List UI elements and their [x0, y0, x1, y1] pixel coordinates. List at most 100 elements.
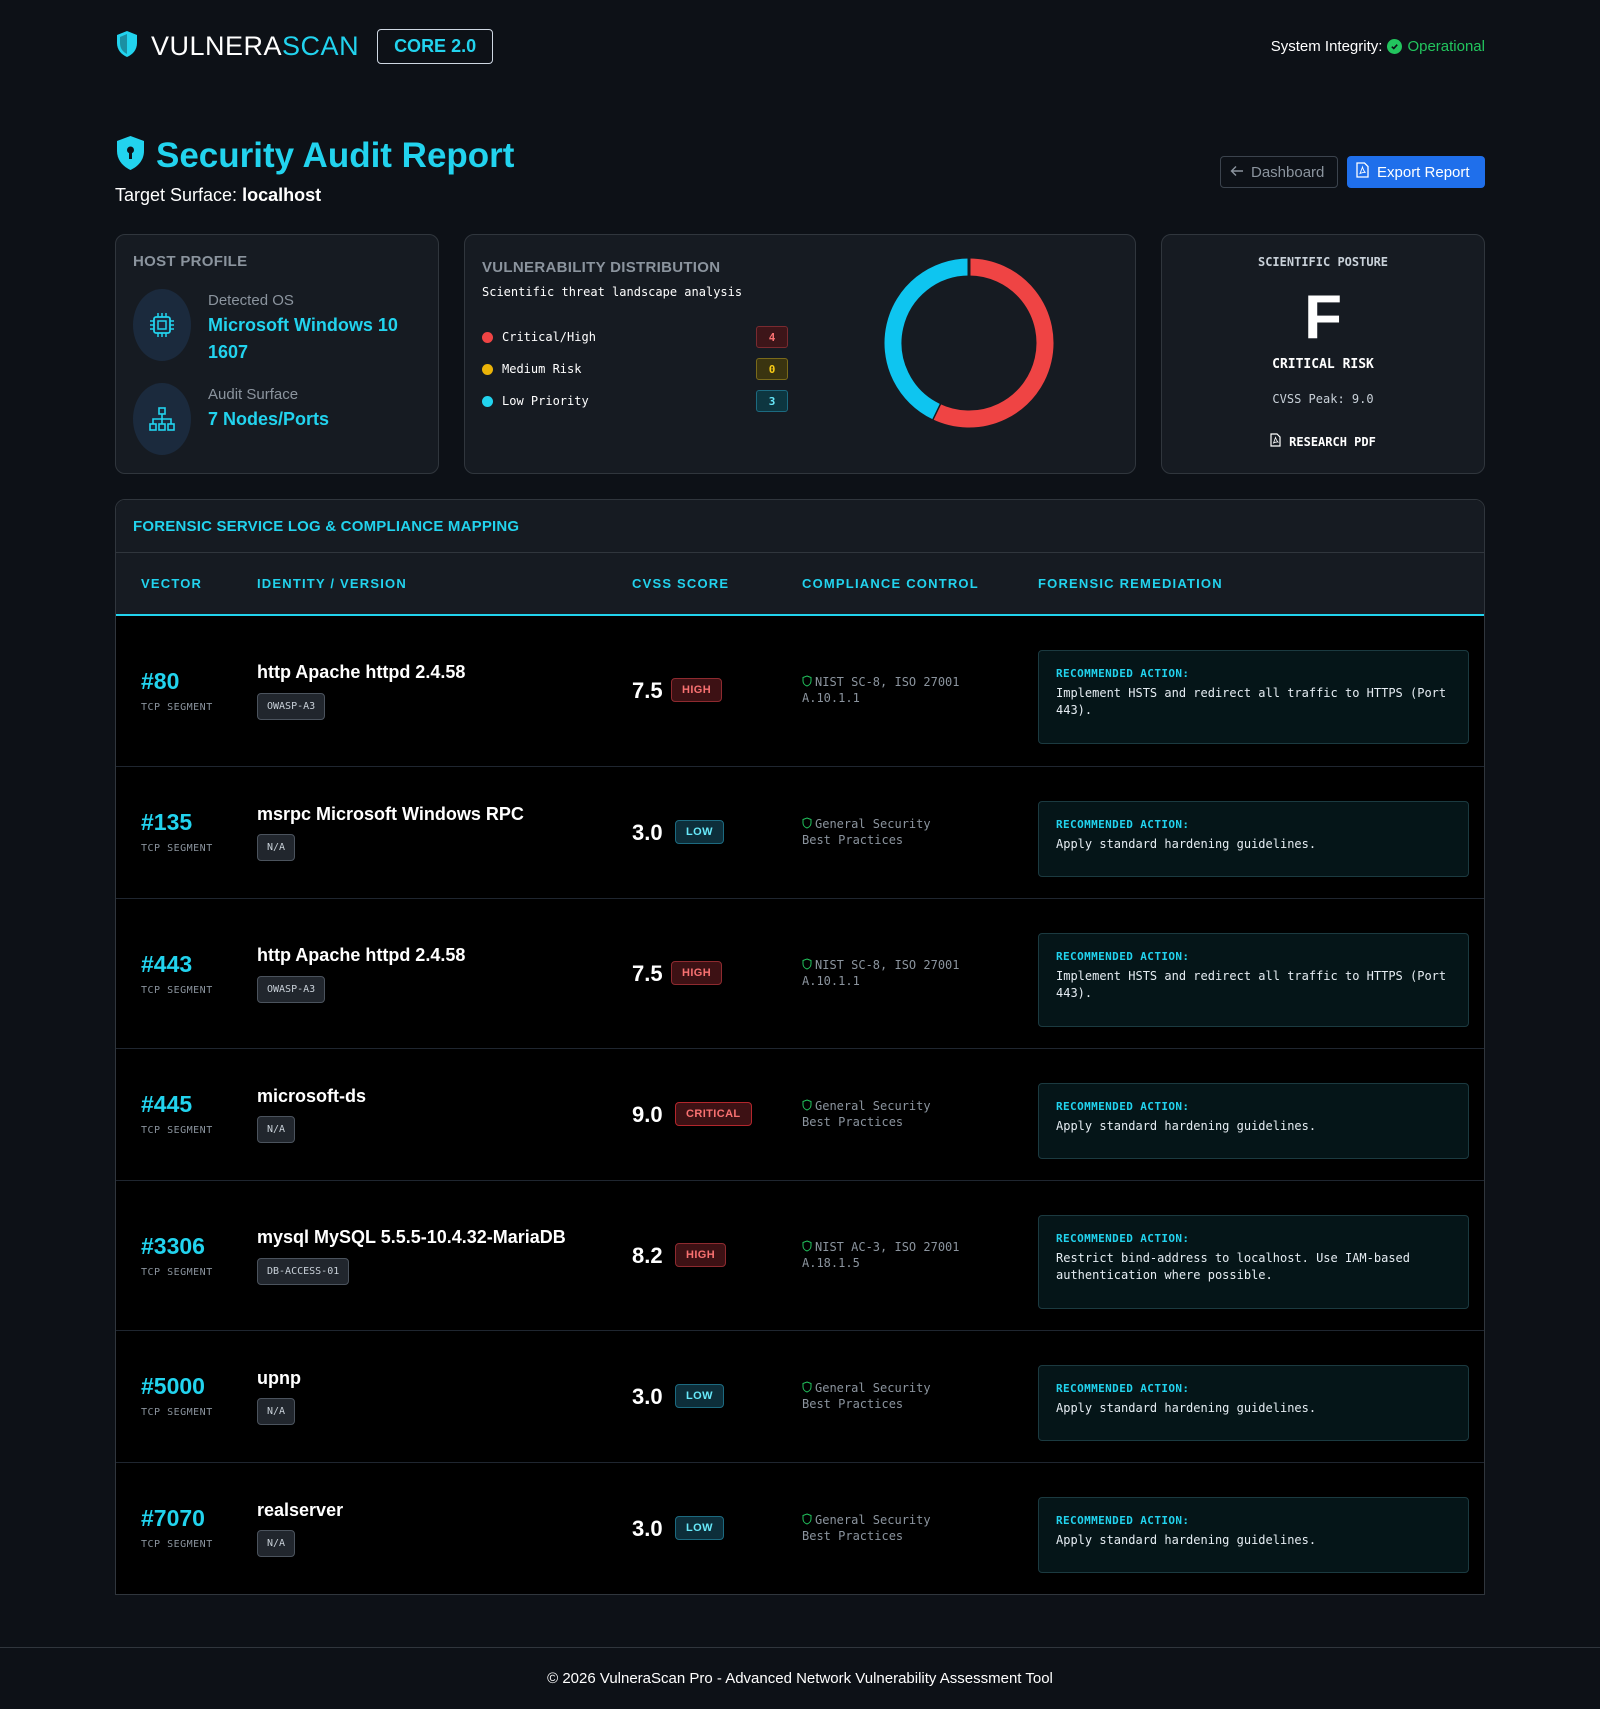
- service-tag: DB-ACCESS-01: [257, 1258, 350, 1285]
- research-pdf-button[interactable]: RESEARCH PDF: [1270, 433, 1376, 450]
- segment-label: TCP SEGMENT: [141, 1407, 213, 1418]
- column-forensic-remediation: FORENSIC REMEDIATION: [1038, 576, 1223, 591]
- segment-label: TCP SEGMENT: [141, 1539, 213, 1550]
- audit-surface-value: 7 Nodes/Ports: [208, 409, 330, 429]
- column-vector: VECTOR: [141, 576, 203, 591]
- port-number: #3306: [141, 1233, 205, 1259]
- cpu-icon: [133, 289, 191, 361]
- forensic-service-log: FORENSIC SERVICE LOG & COMPLIANCE MAPPIN…: [115, 499, 1485, 1595]
- recommended-action-label: RECOMMENDED ACTION:: [1056, 1382, 1190, 1395]
- legend-dot-low: [482, 395, 493, 407]
- service-identity: mysql MySQL 5.5.5-10.4.32-MariaDB: [257, 1227, 566, 1247]
- system-integrity: System Integrity: Operational: [1271, 38, 1485, 55]
- severity-badge: HIGH: [671, 961, 723, 985]
- recommended-action-label: RECOMMENDED ACTION:: [1056, 1100, 1190, 1113]
- shield-check-icon: [802, 675, 812, 691]
- service-tag: N/A: [257, 1116, 296, 1143]
- version-badge: CORE 2.0: [377, 28, 494, 64]
- remediation-text: Implement HSTS and redirect all traffic …: [1056, 969, 1447, 1000]
- file-pdf-icon: [1270, 433, 1281, 450]
- legend-dot-critical: [482, 331, 493, 343]
- table-row: #7070 TCP SEGMENT realserver N/A 3.0 LOW…: [116, 1463, 1484, 1594]
- cvss-peak: CVSS Peak: 9.0: [1272, 392, 1374, 406]
- remediation-text: Implement HSTS and redirect all traffic …: [1056, 686, 1447, 717]
- donut-slice-critical-high: [932, 258, 1054, 428]
- compliance-control: General Security Best Practices: [802, 1513, 931, 1543]
- recommended-action-label: RECOMMENDED ACTION:: [1056, 818, 1190, 831]
- service-identity: http Apache httpd 2.4.58: [257, 662, 466, 682]
- service-tag: N/A: [257, 1398, 296, 1425]
- integrity-label: System Integrity:: [1270, 37, 1383, 55]
- count-medium-risk: 0: [756, 358, 788, 380]
- target-value: localhost: [242, 185, 322, 205]
- audit-surface-label: Audit Surface: [208, 386, 299, 403]
- segment-label: TCP SEGMENT: [141, 843, 213, 854]
- service-identity: microsoft-ds: [257, 1086, 367, 1106]
- compliance-control: NIST AC-3, ISO 27001 A.18.1.5: [802, 1240, 960, 1270]
- donut-slice-low-priority: [884, 258, 970, 420]
- severity-badge: LOW: [675, 820, 724, 844]
- port-number: #5000: [141, 1373, 205, 1399]
- remediation-text: Apply standard hardening guidelines.: [1056, 1119, 1317, 1133]
- service-tag: N/A: [257, 1530, 296, 1557]
- target-label: Target Surface:: [115, 185, 238, 205]
- compliance-control: General Security Best Practices: [802, 1381, 931, 1411]
- dashboard-button[interactable]: Dashboard: [1220, 156, 1338, 188]
- cvss-score: 3.0: [632, 820, 663, 845]
- service-identity: http Apache httpd 2.4.58: [257, 945, 466, 965]
- vulnerability-distribution-card: VULNERABILITY DISTRIBUTION Scientific th…: [464, 234, 1136, 474]
- distribution-donut-chart: [884, 257, 1054, 428]
- export-report-button[interactable]: Export Report: [1347, 156, 1485, 188]
- brand[interactable]: VULNERASCAN CORE 2.0: [115, 28, 494, 64]
- recommended-action-label: RECOMMENDED ACTION:: [1056, 667, 1190, 680]
- distribution-subtitle: Scientific threat landscape analysis: [482, 285, 743, 299]
- legend-critical-high: Critical/High 4: [482, 326, 788, 348]
- column-compliance-control: COMPLIANCE CONTROL: [802, 576, 979, 591]
- table-row: #443 TCP SEGMENT http Apache httpd 2.4.5…: [116, 899, 1484, 1049]
- service-tag: N/A: [257, 834, 296, 861]
- cvss-score: 3.0: [632, 1516, 663, 1541]
- recommended-action-label: RECOMMENDED ACTION:: [1056, 950, 1190, 963]
- shield-check-icon: [802, 1240, 812, 1256]
- export-report-button-label: Export Report: [1377, 163, 1470, 181]
- port-number: #80: [141, 668, 180, 694]
- table-row: #3306 TCP SEGMENT mysql MySQL 5.5.5-10.4…: [116, 1181, 1484, 1331]
- table-row: #135 TCP SEGMENT msrpc Microsoft Windows…: [116, 767, 1484, 899]
- service-identity: realserver: [257, 1500, 344, 1520]
- host-profile-card: HOST PROFILE Detected OS Microsoft Windo…: [115, 234, 439, 474]
- port-number: #135: [141, 809, 193, 835]
- severity-badge: HIGH: [671, 678, 723, 702]
- file-pdf-icon: [1356, 162, 1369, 182]
- network-icon: [133, 383, 191, 455]
- cvss-score: 8.2: [632, 1243, 663, 1268]
- cvss-score: 7.5: [632, 678, 663, 703]
- header-actions: Dashboard Export Report: [1220, 156, 1485, 188]
- remediation-text: Apply standard hardening guidelines.: [1056, 837, 1317, 851]
- port-number: #7070: [141, 1505, 205, 1531]
- top-bar: VULNERASCAN CORE 2.0 System Integrity: O…: [115, 26, 1485, 66]
- column-cvss-score: CVSS SCORE: [632, 576, 730, 591]
- remediation-box: RECOMMENDED ACTION: Implement HSTS and r…: [1038, 933, 1469, 1027]
- detected-os: Detected OS Microsoft Windows 10 1607: [133, 289, 398, 366]
- severity-badge: CRITICAL: [675, 1102, 752, 1126]
- compliance-control: General Security Best Practices: [802, 1099, 931, 1129]
- shield-logo-icon: [115, 30, 139, 63]
- compliance-control: NIST SC-8, ISO 27001 A.10.1.1: [802, 675, 960, 705]
- shield-check-icon: [802, 958, 812, 974]
- remediation-text: Apply standard hardening guidelines.: [1056, 1533, 1317, 1547]
- posture-label: SCIENTIFIC POSTURE: [1257, 255, 1389, 269]
- severity-badge: LOW: [675, 1384, 724, 1408]
- remediation-box: RECOMMENDED ACTION: Apply standard harde…: [1038, 1497, 1469, 1573]
- service-tag: OWASP-A3: [257, 693, 326, 720]
- legend-dot-medium: [482, 363, 493, 375]
- distribution-label: VULNERABILITY DISTRIBUTION: [482, 259, 721, 276]
- table-row: #80 TCP SEGMENT http Apache httpd 2.4.58…: [116, 616, 1484, 767]
- shield-lock-icon: [115, 135, 146, 176]
- integrity-status: Operational: [1407, 37, 1485, 55]
- severity-badge: LOW: [675, 1516, 724, 1540]
- segment-label: TCP SEGMENT: [141, 702, 213, 713]
- column-identity-version: IDENTITY / VERSION: [257, 576, 407, 591]
- target-surface: Target Surface: localhost: [115, 185, 321, 206]
- brand-name: VULNERASCAN: [151, 30, 360, 61]
- host-profile-label: HOST PROFILE: [133, 253, 248, 270]
